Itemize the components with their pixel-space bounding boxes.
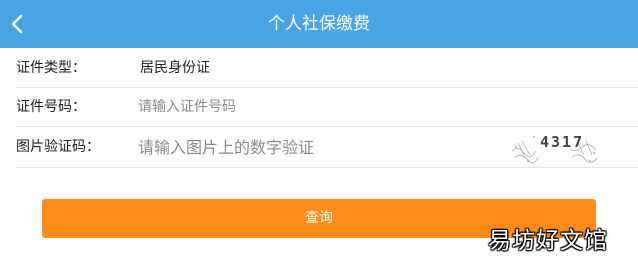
page-title: 个人社保缴费: [268, 14, 370, 34]
captcha-code: 4317: [540, 133, 584, 151]
id-number-input[interactable]: [138, 94, 478, 120]
captcha-image[interactable]: 4317: [510, 127, 602, 165]
watermark-text: 易坊好文馆: [488, 228, 608, 254]
id-type-value[interactable]: 居民身份证: [140, 49, 210, 87]
id-type-label: 证件类型：: [16, 60, 86, 76]
app-header: 个人社保缴费: [0, 0, 638, 48]
id-number-row: 证件号码：: [16, 88, 638, 127]
captcha-input[interactable]: [138, 134, 478, 160]
id-type-row: 证件类型： 居民身份证: [16, 49, 638, 88]
id-number-label: 证件号码：: [16, 99, 86, 115]
captcha-label: 图片验证码：: [16, 139, 100, 155]
captcha-row: 图片验证码： 4317: [16, 127, 638, 168]
